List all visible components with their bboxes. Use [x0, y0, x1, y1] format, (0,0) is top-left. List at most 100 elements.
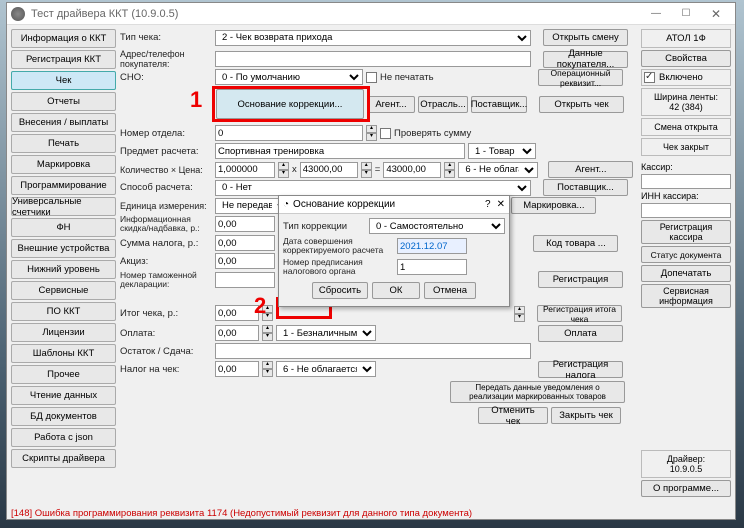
price-input[interactable]	[300, 162, 358, 178]
adres-input[interactable]	[215, 51, 531, 67]
sidebar-item-20[interactable]: Скрипты драйвера	[11, 449, 116, 468]
sidebar-item-0[interactable]: Информация о ККТ	[11, 29, 116, 48]
tamozh-input[interactable]	[215, 272, 275, 288]
badge-1: 1	[190, 87, 202, 113]
modal-help-icon[interactable]: ?	[485, 199, 491, 210]
sposob-select[interactable]: 0 - Нет	[215, 180, 531, 196]
open-smena-button[interactable]: Открыть смену	[543, 29, 628, 46]
sidebar-item-10[interactable]: Внешние устройства	[11, 239, 116, 258]
kassir-input[interactable]	[641, 174, 731, 189]
sidebar-item-12[interactable]: Сервисные	[11, 281, 116, 300]
sidebar-item-5[interactable]: Печать	[11, 134, 116, 153]
nomer-otdela-input[interactable]	[215, 125, 363, 141]
oplata-input[interactable]	[215, 325, 259, 341]
label-vkl: Включено	[659, 72, 703, 83]
nalog-type-select[interactable]: 6 - Не облагается	[458, 162, 538, 178]
nomer-pred-input[interactable]	[397, 259, 467, 275]
sidebar-item-1[interactable]: Регистрация ККТ	[11, 50, 116, 69]
sidebar-item-2[interactable]: Чек	[11, 71, 116, 90]
postavshik-button[interactable]: Поставщик...	[471, 96, 527, 113]
sidebar-item-9[interactable]: ФН	[11, 218, 116, 237]
otmenit-chek-button[interactable]: Отменить чек	[478, 407, 548, 424]
servis-button[interactable]: Сервисная информация	[641, 284, 731, 308]
label-kassir: Кассир:	[641, 162, 731, 172]
oper-rekvizit-button[interactable]: Операционный реквизит...	[538, 69, 623, 86]
sidebar-item-16[interactable]: Прочее	[11, 365, 116, 384]
mark-side-button[interactable]: Маркировка...	[511, 197, 596, 214]
summa-naloga-input[interactable]	[215, 235, 275, 251]
sno-select[interactable]: 0 - По умолчанию	[215, 69, 363, 85]
proveryat-checkbox[interactable]	[380, 128, 391, 139]
sidebar-item-19[interactable]: Работа с json	[11, 428, 116, 447]
device-name: АТОЛ 1Ф	[641, 29, 731, 48]
tip-cheka-select[interactable]: 2 - Чек возврата прихода	[215, 30, 531, 46]
agent-side-button[interactable]: Агент...	[548, 161, 633, 178]
itog-input[interactable]	[215, 305, 259, 321]
total-input[interactable]	[383, 162, 441, 178]
sidebar-item-11[interactable]: Нижний уровень	[11, 260, 116, 279]
nalog-chek-type-select[interactable]: 6 - Не облагается	[276, 361, 376, 377]
sidebar-item-6[interactable]: Маркировка	[11, 155, 116, 174]
sbrosit-button[interactable]: Сбросить	[312, 282, 368, 299]
ne-pechat-checkbox[interactable]	[366, 72, 377, 83]
modal-close-icon[interactable]: ✕	[497, 199, 505, 210]
about-button[interactable]: О программе...	[641, 480, 731, 497]
predmet-input[interactable]	[215, 143, 465, 159]
label-inn: ИНН кассира:	[641, 191, 731, 201]
postav-side-button[interactable]: Поставщик...	[543, 179, 628, 196]
akciz-input[interactable]	[215, 253, 275, 269]
sidebar-item-8[interactable]: Универсальные счетчики	[11, 197, 116, 216]
titlebar: Тест драйвера ККТ (10.9.0.5) — ☐ ✕	[7, 3, 735, 25]
smena-status: Смена открыта	[641, 118, 731, 136]
ostatok-input[interactable]	[215, 343, 531, 359]
oplata-type-select[interactable]: 1 - Безналичными	[276, 325, 376, 341]
minimize-button[interactable]: —	[641, 4, 671, 24]
infoskidka-input[interactable]	[215, 216, 275, 232]
label-tip-cheka: Тип чека:	[120, 32, 212, 43]
spin-up[interactable]: ▴	[366, 125, 377, 133]
tip-kor-select[interactable]: 0 - Самостоятельно	[369, 218, 505, 234]
sidebar-item-17[interactable]: Чтение данных	[11, 386, 116, 405]
ok-button[interactable]: ОК	[372, 282, 420, 299]
reg-itoga-button[interactable]: Регистрация итога чека	[537, 305, 622, 322]
sidebar: Информация о ККТ Регистрация ККТ Чек Отчеты…	[11, 29, 116, 497]
sidebar-item-4[interactable]: Внесения / выплаты	[11, 113, 116, 132]
maximize-button[interactable]: ☐	[671, 4, 701, 24]
sidebar-item-7[interactable]: Программирование	[11, 176, 116, 195]
dannye-button[interactable]: Данные покупателя...	[543, 51, 628, 68]
agent-button[interactable]: Агент...	[367, 96, 415, 113]
label-data-sov: Дата совершения корректируемого расчета	[283, 237, 393, 255]
vkl-checkbox[interactable]	[644, 72, 655, 83]
sidebar-item-3[interactable]: Отчеты	[11, 92, 116, 111]
close-button[interactable]: ✕	[701, 4, 731, 24]
nalog-chek-input[interactable]	[215, 361, 259, 377]
sidebar-item-18[interactable]: БД документов	[11, 407, 116, 426]
registratsiya-button[interactable]: Регистрация	[538, 271, 623, 288]
main-window: Тест драйвера ККТ (10.9.0.5) — ☐ ✕ Инфор…	[6, 2, 736, 520]
tovar-type-select[interactable]: 1 - Товар	[468, 143, 536, 159]
status-doc-button[interactable]: Статус документа	[641, 246, 731, 263]
dopechatat-button[interactable]: Допечатать	[641, 265, 731, 282]
spin-down[interactable]: ▾	[366, 133, 377, 141]
chek-status: Чек закрыт	[641, 138, 731, 156]
otrasl-button[interactable]: Отрасль...	[418, 96, 468, 113]
kod-tovara-button[interactable]: Код товара ...	[533, 235, 618, 252]
reg-naloga-button[interactable]: Регистрация налога	[538, 361, 623, 378]
peredat-button[interactable]: Передать данные уведомления о реализации…	[450, 381, 625, 403]
open-chek-button[interactable]: Открыть чек	[539, 96, 624, 113]
zakryt-chek-button[interactable]: Закрыть чек	[551, 407, 621, 424]
sidebar-item-14[interactable]: Лицензии	[11, 323, 116, 342]
osnovanie-korrekcii-button[interactable]: Основание коррекции...	[216, 89, 364, 119]
reg-kassira-button[interactable]: Регистрация кассира	[641, 220, 731, 244]
inn-input[interactable]	[641, 203, 731, 218]
sidebar-item-13[interactable]: ПО ККТ	[11, 302, 116, 321]
label-infoskidka: Информационная скидка/надбавка, р.:	[120, 215, 212, 233]
sidebar-item-15[interactable]: Шаблоны ККТ	[11, 344, 116, 363]
kolvo-input[interactable]	[215, 162, 275, 178]
date-input[interactable]	[397, 238, 467, 254]
label-eq: =	[375, 164, 381, 175]
svoystva-button[interactable]: Свойства	[641, 50, 731, 67]
otmena-button[interactable]: Отмена	[424, 282, 476, 299]
label-shirina: Ширина ленты:	[645, 92, 727, 102]
oplata-button[interactable]: Оплата	[538, 325, 623, 342]
